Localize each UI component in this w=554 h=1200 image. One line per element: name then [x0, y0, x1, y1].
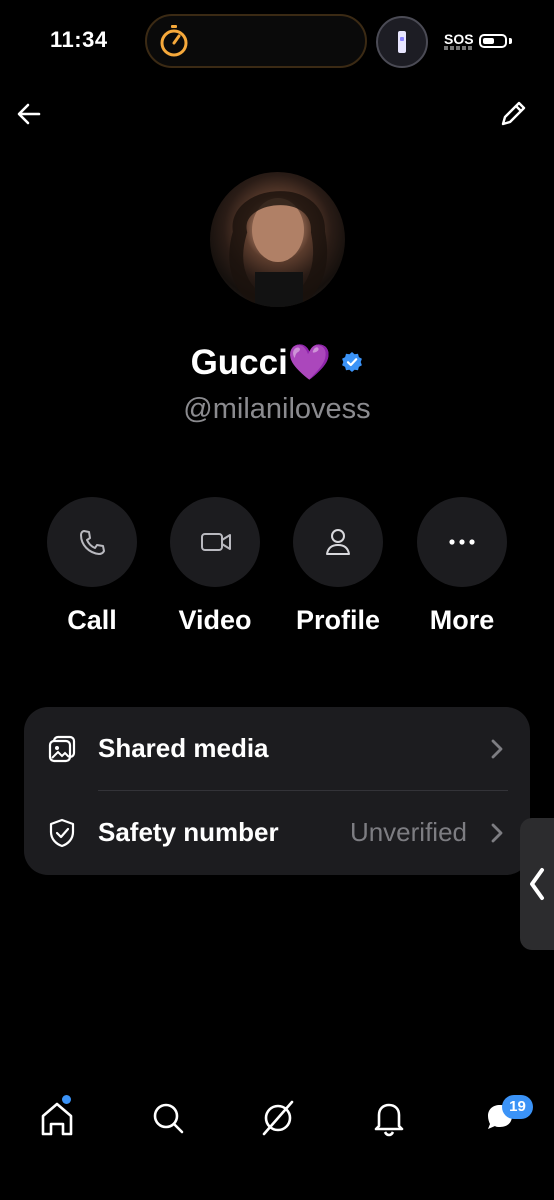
battery-tip: [509, 38, 512, 44]
video-button[interactable]: Video: [153, 497, 277, 647]
video-camera-icon: [201, 533, 231, 551]
more-button-circle[interactable]: [417, 497, 507, 587]
profile-handle: @milanilovess: [183, 393, 371, 425]
avatar-image: [229, 191, 328, 307]
sos-indicator: SOS: [444, 31, 474, 47]
safety-number-status: Unverified: [349, 817, 467, 847]
video-button-circle[interactable]: [170, 497, 260, 587]
card-divider: [98, 790, 508, 791]
battery-icon: [479, 34, 507, 48]
messages-badge: 19: [502, 1095, 533, 1119]
bell-icon[interactable]: [369, 1096, 409, 1140]
more-label: More: [429, 605, 495, 635]
more-button[interactable]: More: [400, 497, 524, 647]
flashlight-button[interactable]: [376, 16, 428, 68]
call-button[interactable]: Call: [30, 497, 154, 647]
person-icon: [326, 529, 350, 555]
signal-dots: [444, 46, 472, 50]
timer-icon: [160, 25, 188, 57]
profile-label: Profile: [295, 605, 381, 635]
avatar[interactable]: [210, 172, 345, 307]
call-button-circle[interactable]: [47, 497, 137, 587]
shield-check-icon: [49, 818, 75, 848]
profile-name: Gucci💜: [190, 342, 332, 382]
flashlight-icon: [398, 31, 406, 53]
chevron-right-icon: [491, 823, 503, 843]
phone-icon: [80, 530, 105, 555]
chevron-left-icon: [530, 868, 544, 900]
pencil-icon[interactable]: [496, 97, 530, 131]
search-icon[interactable]: [148, 1096, 188, 1140]
shared-media-row[interactable]: Shared media: [24, 707, 530, 791]
video-label: Video: [178, 605, 252, 635]
home-icon[interactable]: [37, 1096, 77, 1140]
profile-button[interactable]: Profile: [276, 497, 400, 647]
grok-icon[interactable]: [258, 1096, 298, 1140]
arrow-left-icon[interactable]: [12, 97, 46, 131]
media-icon: [48, 735, 76, 763]
shared-media-label: Shared media: [98, 733, 269, 763]
home-notification-dot: [62, 1095, 71, 1104]
name-row: Gucci💜: [0, 340, 554, 384]
call-label: Call: [67, 605, 117, 635]
side-panel-handle[interactable]: [520, 818, 554, 950]
verified-badge-icon: [342, 352, 363, 372]
safety-number-row[interactable]: Safety number Unverified: [24, 791, 530, 875]
ellipsis-icon: [449, 539, 475, 545]
profile-button-circle[interactable]: [293, 497, 383, 587]
chevron-right-icon: [491, 739, 503, 759]
status-time: 11:34: [50, 27, 108, 52]
settings-card: Shared media Safety number Unverified: [24, 707, 530, 875]
safety-number-label: Safety number: [98, 817, 279, 847]
